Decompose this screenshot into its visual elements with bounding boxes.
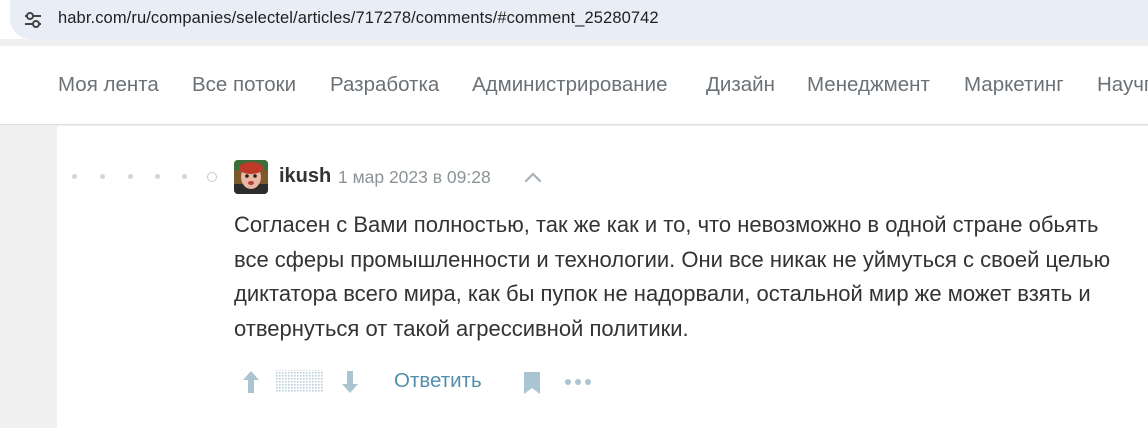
url-text[interactable]: habr.com/ru/companies/selectel/articles/… — [58, 9, 659, 28]
nav-item-all-flows[interactable]: Все потоки — [192, 73, 296, 97]
thread-dot — [155, 174, 160, 179]
thread-dot — [128, 174, 133, 179]
nav-item-management[interactable]: Менеджмент — [807, 73, 930, 97]
chevron-up-icon[interactable] — [523, 170, 543, 184]
nav-item-design[interactable]: Дизайн — [706, 73, 775, 97]
nav-item-development[interactable]: Разработка — [330, 73, 439, 97]
comment-date[interactable]: 1 мар 2023 в 09:28 — [338, 167, 491, 188]
thread-dot — [182, 174, 187, 179]
nav-item-popsci[interactable]: Научпоп — [1097, 73, 1148, 97]
more-dots-icon[interactable] — [564, 377, 592, 387]
bookmark-icon[interactable] — [522, 370, 542, 396]
browser-address-bar: habr.com/ru/companies/selectel/articles/… — [0, 0, 1148, 39]
comment-body: Согласен с Вами полностью, так же как и … — [234, 212, 1111, 341]
hidden-score-pattern — [276, 370, 324, 393]
reply-button[interactable]: Ответить — [394, 369, 482, 393]
thread-current-marker[interactable] — [207, 172, 217, 182]
nav-item-administration[interactable]: Администрирование — [472, 73, 667, 97]
comment-author[interactable]: ikush — [279, 165, 331, 188]
arrow-down-icon[interactable] — [339, 369, 361, 395]
thread-dot — [72, 174, 77, 179]
arrow-up-icon[interactable] — [240, 369, 262, 395]
tune-icon[interactable] — [22, 9, 44, 31]
nav-item-my-feed[interactable]: Моя лента — [58, 73, 159, 97]
avatar[interactable] — [234, 160, 268, 194]
nav-item-marketing[interactable]: Маркетинг — [964, 73, 1064, 97]
thread-dot — [100, 174, 105, 179]
main-nav: Моя лента Все потоки Разработка Админист… — [0, 46, 1148, 125]
